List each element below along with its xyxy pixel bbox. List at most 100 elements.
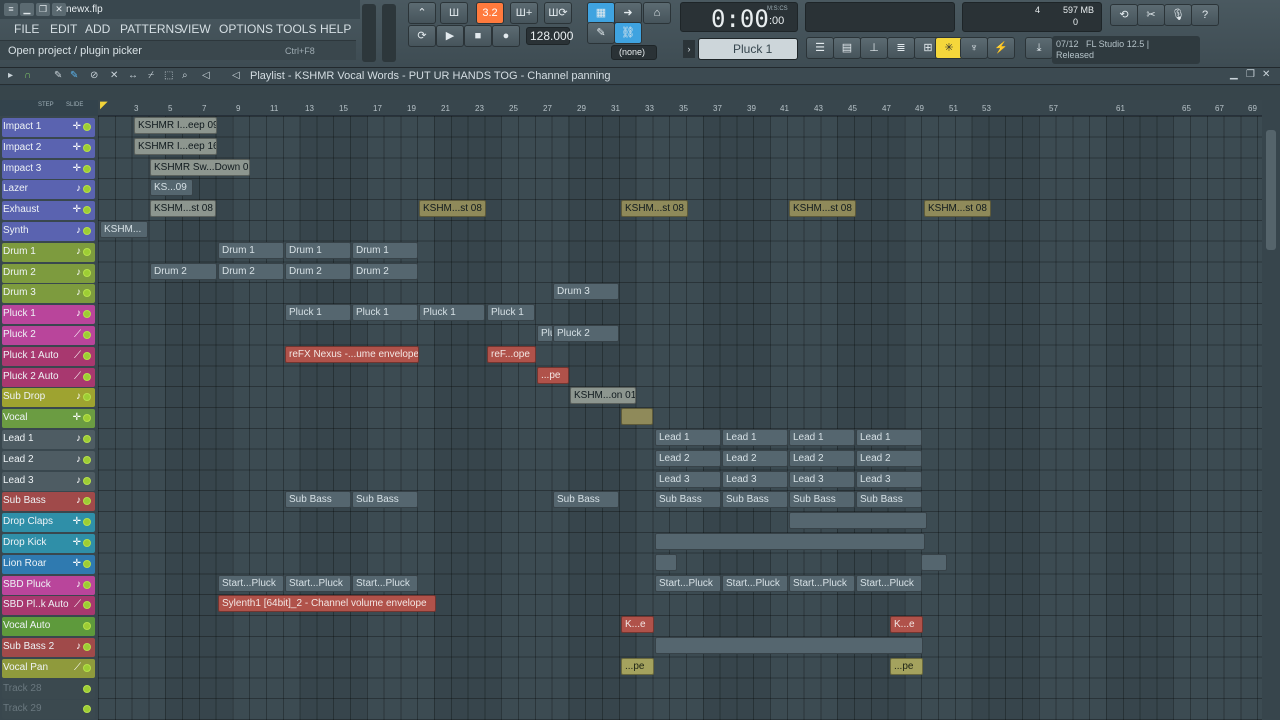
menu-options[interactable]: OPTIONS — [219, 22, 273, 36]
playlist-clip[interactable]: Lead 1 — [789, 429, 855, 446]
vertical-scrollbar[interactable] — [1262, 100, 1280, 720]
track-mute-icon[interactable] — [83, 393, 91, 402]
playlist-clip[interactable]: KSHMR I...eep 16 — [134, 137, 217, 155]
playlist-clip[interactable]: Sub Bass — [352, 491, 418, 509]
playlist-clip[interactable]: Sub Bass — [789, 491, 855, 509]
track-header[interactable]: Drum 2 ♪ — [2, 263, 95, 283]
track-mute-icon[interactable] — [83, 372, 91, 381]
wait-input-icon[interactable]: Ш — [440, 2, 468, 24]
delete-tool-icon[interactable]: ⊘ — [90, 70, 98, 81]
menu-view[interactable]: VIEW — [180, 22, 211, 36]
track-header[interactable]: Vocal Pan ⟋ — [2, 658, 95, 678]
playlist-clip[interactable]: KSHM...st 08 — [150, 200, 216, 218]
menu-tools[interactable]: TOOLS — [276, 22, 316, 36]
timeline-ruler[interactable]: ◤ 3 5 7 9 11 13 15 17 19 21 23 25 27 29 31 33 35 37 39 41 43… — [98, 100, 1262, 116]
playlist-clip[interactable]: KSHM...st 08 — [924, 200, 991, 218]
playlist-clip[interactable]: K...e — [621, 616, 654, 634]
audio-clip-block[interactable] — [921, 553, 947, 571]
microphone-icon[interactable]: 🎙 — [1164, 4, 1192, 26]
playlist-clip[interactable]: reF...ope — [487, 345, 536, 363]
step-edit-icon[interactable]: Ш+ — [510, 2, 538, 24]
playlist-view-icon[interactable]: ☰ — [806, 37, 834, 59]
track-mute-icon[interactable] — [83, 289, 91, 298]
scrollbar-thumb[interactable] — [1266, 130, 1276, 250]
menu-file[interactable]: FILE — [14, 22, 39, 36]
arrow-right-icon[interactable]: ➜ — [614, 2, 642, 24]
paint-tool-icon[interactable]: ✎ — [70, 70, 78, 81]
track-header[interactable]: Synth ♪ — [2, 222, 95, 241]
track-mute-icon[interactable] — [83, 497, 91, 506]
news-panel[interactable]: 07/12 FL Studio 12.5 | Released — [1052, 36, 1200, 64]
playlist-clip[interactable]: Sub Bass — [856, 491, 922, 509]
restore-button[interactable]: ❐ — [36, 3, 50, 16]
playlist-clip[interactable]: Pluck 1 — [352, 304, 418, 322]
minimize-button[interactable]: ▁ — [20, 3, 34, 16]
playlist-clip[interactable]: Sylenth1 [64bit]_2 - Channel volume enve… — [218, 595, 436, 613]
playlist-menu-icon[interactable]: ▸ — [8, 70, 13, 81]
loop-record-icon[interactable]: Ш⟳ — [544, 2, 572, 24]
plugin-icon[interactable]: ♆ — [960, 37, 988, 59]
playlist-clip[interactable]: Lead 2 — [722, 449, 788, 467]
track-header[interactable]: Sub Drop ♪ — [2, 388, 95, 408]
record-button[interactable]: ● — [492, 25, 520, 47]
track-header[interactable]: Track 29 — [2, 700, 95, 720]
loop-icon[interactable]: ⟳ — [408, 25, 436, 47]
playlist-clip[interactable]: Sub Bass — [655, 491, 721, 509]
track-header[interactable]: Pluck 1 ♪ — [2, 305, 95, 325]
playlist-clip[interactable]: Pluck 2 — [553, 325, 619, 342]
playlist-clip[interactable]: Pluck 1 — [419, 304, 485, 322]
cut-icon[interactable]: ✂ — [1137, 4, 1165, 26]
slip-tool-icon[interactable]: ↔ — [128, 70, 138, 81]
track-mute-icon[interactable] — [83, 185, 91, 194]
playlist-clip[interactable]: ...pe — [537, 366, 569, 384]
menu-add[interactable]: ADD — [85, 22, 110, 36]
undo-history-icon[interactable]: ⟲ — [1110, 4, 1138, 26]
track-header[interactable]: Impact 3 ✛ — [2, 159, 95, 179]
playlist-clip[interactable]: KSHMR I...eep 09 — [134, 117, 217, 134]
track-mute-icon[interactable] — [83, 476, 91, 485]
playlist-clip[interactable]: Start...Pluck — [655, 574, 721, 592]
playlist-clip[interactable]: Sub Bass — [722, 491, 788, 509]
playlist-clip[interactable]: KSHMR Sw...Down 09 — [150, 158, 250, 176]
playlist-clip[interactable]: Drum 3 — [553, 283, 619, 301]
playlist-clip[interactable]: Lead 3 — [655, 470, 721, 488]
playhead-marker-icon[interactable]: ◤ — [100, 100, 108, 111]
playlist-clip[interactable]: Drum 2 — [285, 262, 351, 280]
playlist-clip[interactable]: Pluck 1 — [285, 304, 351, 322]
play-button[interactable]: ▶ — [436, 25, 464, 47]
track-mute-icon[interactable] — [83, 643, 91, 651]
zoom-tool-icon[interactable]: ⌕ — [182, 70, 188, 81]
playlist-clip[interactable]: KSHM...st 08 — [621, 200, 688, 218]
track-header[interactable]: SBD Pl..k Auto ⟋ — [2, 596, 95, 616]
close-button[interactable]: ✕ — [52, 3, 66, 16]
playlist-clip[interactable]: K...e — [890, 616, 923, 634]
playlist-clip[interactable]: Lead 2 — [789, 449, 855, 467]
pattern-mode-button[interactable]: 3.2 — [476, 2, 504, 24]
slice-tool-icon[interactable]: ⌿ — [148, 70, 154, 81]
playlist-clip[interactable]: KSHM...st 08 — [419, 200, 486, 218]
playlist-clip[interactable]: Sub Bass — [553, 491, 619, 509]
playlist-minimize-icon[interactable]: ▁ — [1230, 69, 1238, 80]
browser-icon[interactable]: ✳ — [935, 37, 963, 59]
track-mute-icon[interactable] — [83, 414, 91, 423]
metronome-icon[interactable]: ⌃ — [408, 2, 436, 24]
menu-edit[interactable]: EDIT — [50, 22, 77, 36]
playlist-clip[interactable]: Lead 1 — [722, 429, 788, 446]
channel-rack-icon[interactable]: ▤ — [833, 37, 861, 59]
playlist-clip[interactable]: KSHM...st 08 — [789, 200, 856, 218]
magnet-icon[interactable]: ∩ — [24, 70, 31, 81]
playlist-clip[interactable]: Drum 2 — [150, 262, 217, 280]
playlist-clip[interactable]: Start...Pluck — [218, 574, 284, 592]
audio-clip-block[interactable] — [655, 553, 677, 571]
playlist-clip[interactable]: reFX Nexus -...ume envelope — [285, 345, 419, 363]
track-mute-icon[interactable] — [83, 539, 91, 547]
pattern-selector[interactable]: (none) — [611, 45, 657, 60]
playlist-snap-icon[interactable]: ▦ — [587, 2, 615, 24]
time-display[interactable]: 0:00 :00 M:S:CS — [680, 2, 798, 33]
playlist-clip[interactable]: Lead 3 — [856, 470, 922, 488]
playlist-clip[interactable]: ...pe — [621, 657, 654, 675]
link-icon[interactable]: ⛓ — [614, 22, 642, 44]
track-header[interactable]: Drop Claps ✛ — [2, 513, 95, 533]
track-header[interactable]: Lead 3 ♪ — [2, 471, 95, 491]
tempo-display[interactable]: 128.000 — [526, 27, 573, 45]
